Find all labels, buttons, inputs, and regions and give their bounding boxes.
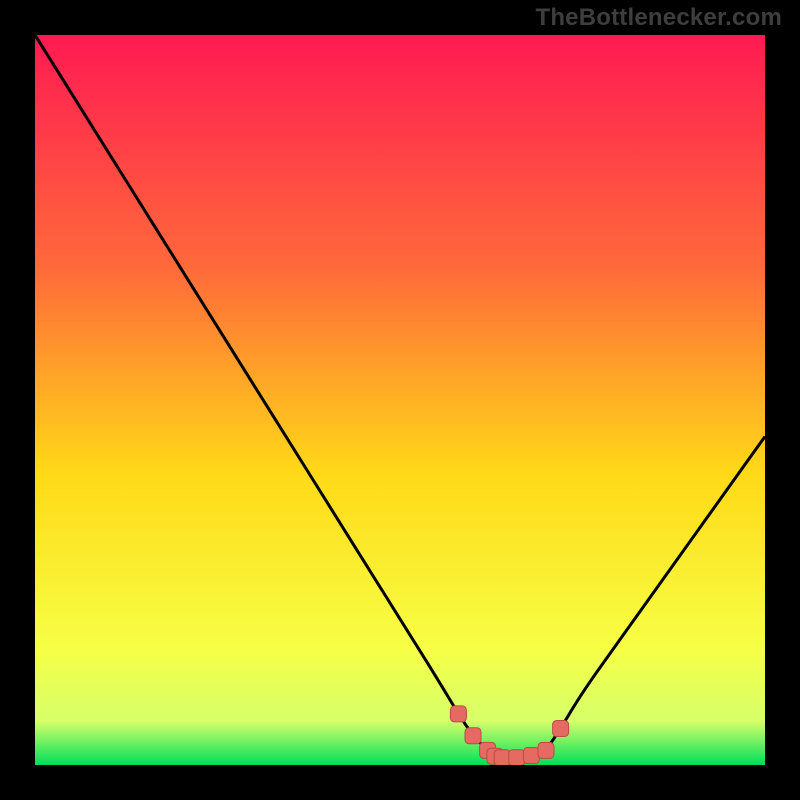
chart-frame: TheBottlenecker.com <box>0 0 800 800</box>
chart-svg <box>35 35 765 765</box>
data-marker <box>553 721 569 737</box>
data-marker <box>465 728 481 744</box>
gradient-background <box>35 35 765 765</box>
data-marker <box>450 706 466 722</box>
data-marker <box>494 750 510 765</box>
data-marker <box>509 750 525 765</box>
data-marker <box>523 748 539 764</box>
watermark-text: TheBottlenecker.com <box>535 4 782 32</box>
data-marker <box>538 742 554 758</box>
plot-area <box>35 35 765 765</box>
